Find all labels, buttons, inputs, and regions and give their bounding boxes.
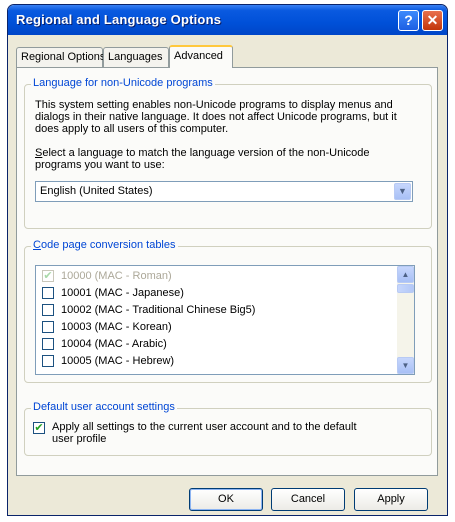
apply-default-checkbox-row[interactable]: ✔ Apply all settings to the current user… <box>33 421 373 447</box>
list-item[interactable]: 10001 (MAC - Japanese) <box>42 285 382 302</box>
non-unicode-group: Language for non-Unicode programs This s… <box>24 77 432 229</box>
non-unicode-group-title: Language for non-Unicode programs <box>31 77 215 89</box>
checkbox[interactable] <box>42 287 54 299</box>
list-item[interactable]: 10003 (MAC - Korean) <box>42 319 382 336</box>
list-item-label: 10003 (MAC - Korean) <box>61 321 172 333</box>
list-item-label: 10001 (MAC - Japanese) <box>61 287 184 299</box>
checkbox-checked[interactable]: ✔ <box>33 422 45 434</box>
list-item[interactable]: 10004 (MAC - Arabic) <box>42 336 382 353</box>
checkbox[interactable] <box>42 355 54 367</box>
list-item-label: 10005 (MAC - Hebrew) <box>61 355 175 367</box>
non-unicode-description: This system setting enables non-Unicode … <box>35 99 397 135</box>
language-select-value: English (United States) <box>40 185 153 197</box>
ok-button[interactable]: OK <box>189 488 263 511</box>
list-item[interactable]: 10002 (MAC - Traditional Chinese Big5) <box>42 302 382 319</box>
list-item[interactable]: 10005 (MAC - Hebrew) <box>42 353 382 370</box>
list-item-label: 10004 (MAC - Arabic) <box>61 338 167 350</box>
tab-languages[interactable]: Languages <box>103 47 169 67</box>
dialog-window: Regional and Language Options ? ✕ Region… <box>7 4 448 516</box>
apply-default-label: Apply all settings to the current user a… <box>52 421 357 445</box>
checkbox-checked-disabled: ✔ <box>42 270 54 282</box>
language-select[interactable]: English (United States) ▼ <box>35 181 413 202</box>
apply-button[interactable]: Apply <box>354 488 428 511</box>
close-button[interactable]: ✕ <box>422 10 443 31</box>
title-bar[interactable]: Regional and Language Options ? ✕ <box>8 5 447 35</box>
vertical-scrollbar[interactable]: ▲ ▼ <box>397 266 414 374</box>
list-item-label: 10000 (MAC - Roman) <box>61 270 172 282</box>
tab-panel-advanced: Language for non-Unicode programs This s… <box>16 67 438 476</box>
checkbox[interactable] <box>42 338 54 350</box>
chevron-down-icon[interactable]: ▼ <box>394 183 411 200</box>
checkbox[interactable] <box>42 321 54 333</box>
tab-regional-options[interactable]: Regional Options <box>16 47 105 67</box>
help-button[interactable]: ? <box>398 10 419 31</box>
list-item-label: 10002 (MAC - Traditional Chinese Big5) <box>61 304 256 316</box>
select-language-label: Select a language to match the language … <box>35 147 370 171</box>
scrollbar-thumb[interactable] <box>397 284 414 293</box>
codepage-group: Code page conversion tables ✔ 10000 (MAC… <box>24 239 432 383</box>
checkbox[interactable] <box>42 304 54 316</box>
default-user-group: Default user account settings ✔ Apply al… <box>24 401 432 456</box>
tab-advanced[interactable]: Advanced <box>169 45 233 68</box>
list-item[interactable]: ✔ 10000 (MAC - Roman) <box>42 268 382 285</box>
cancel-button[interactable]: Cancel <box>271 488 345 511</box>
window-title: Regional and Language Options <box>16 12 222 27</box>
scroll-down-icon[interactable]: ▼ <box>397 357 414 374</box>
codepage-list[interactable]: ✔ 10000 (MAC - Roman) 10001 (MAC - Japan… <box>35 265 415 375</box>
scroll-up-icon[interactable]: ▲ <box>397 266 414 283</box>
default-user-group-title: Default user account settings <box>31 401 177 413</box>
codepage-group-title: Code page conversion tables <box>31 239 178 251</box>
